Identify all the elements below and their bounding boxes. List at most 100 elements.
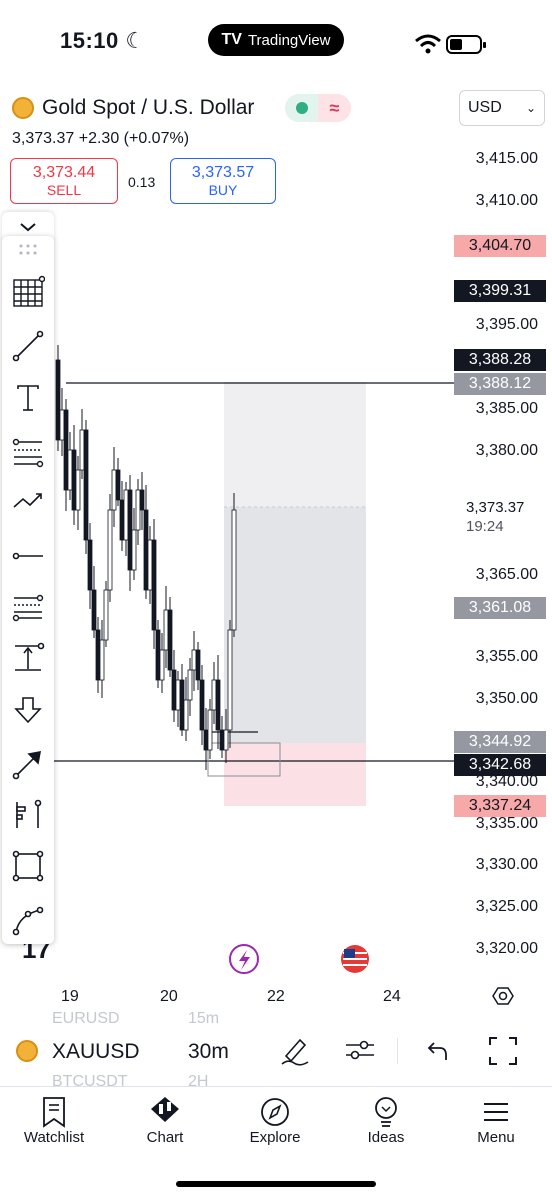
price-tick: 3,410.00 <box>475 192 538 209</box>
candle-body <box>155 629 161 681</box>
candle-body <box>167 609 173 671</box>
long-position-icon[interactable] <box>8 794 48 834</box>
candle-body <box>71 449 77 511</box>
fullscreen-icon[interactable] <box>488 1036 518 1066</box>
target-zone-upper[interactable] <box>224 382 366 507</box>
entry-price-tag[interactable]: 3,344.92 <box>454 731 546 753</box>
drag-handle-icon[interactable] <box>8 236 48 264</box>
price-tick: 3,385.00 <box>475 400 538 417</box>
candle-body <box>67 449 73 491</box>
grid-tool-icon[interactable] <box>8 272 48 312</box>
price-tag[interactable]: 3,361.08 <box>454 597 546 619</box>
symbol-selector[interactable]: XAUUSD <box>52 1040 140 1064</box>
buy-button[interactable]: 3,373.57 BUY <box>170 158 276 204</box>
profit-zone[interactable] <box>224 507 366 743</box>
support-price-tag[interactable]: 3,342.68 <box>454 754 546 776</box>
rectangle-tool-icon[interactable] <box>8 846 48 886</box>
market-status-chip[interactable]: ≈ <box>285 94 351 122</box>
candle-body <box>227 629 233 731</box>
candle-body <box>83 429 89 541</box>
tradingview-logo-icon: TV <box>221 31 242 48</box>
candle-body <box>219 729 225 751</box>
interval-selector[interactable]: 30m <box>188 1040 229 1064</box>
candle-body <box>119 499 125 541</box>
candle-body <box>151 539 157 631</box>
sell-label: SELL <box>46 182 82 198</box>
price-tick: 3,355.00 <box>475 648 538 665</box>
battery-icon <box>446 35 486 54</box>
sell-button[interactable]: 3,373.44 SELL <box>10 158 118 204</box>
price-change-line: 3,373.37 +2.30 (+0.07%) <box>12 130 190 147</box>
candle-body <box>203 729 209 751</box>
candle-body <box>207 709 213 751</box>
candle-body <box>211 679 217 711</box>
resistance-price-tag[interactable]: 3,388.28 <box>454 349 546 371</box>
candle-body <box>183 699 189 731</box>
text-tool-icon[interactable] <box>8 378 48 418</box>
wifi-icon <box>415 34 441 54</box>
home-indicator <box>176 1181 376 1187</box>
arrow-tool-icon[interactable] <box>8 744 48 784</box>
approx-icon: ≈ <box>318 94 351 122</box>
candle-body <box>159 649 165 681</box>
tab-label: Chart <box>146 1129 184 1146</box>
buy-label: BUY <box>208 182 238 198</box>
market-open-icon <box>285 94 318 122</box>
tab-label: Explore <box>249 1129 301 1146</box>
watchlist-icon <box>4 1095 104 1129</box>
tab-watchlist[interactable]: Watchlist <box>4 1095 104 1146</box>
currency-select[interactable]: USD ⌄ <box>459 90 545 126</box>
horizontal-ray-icon[interactable] <box>8 536 48 576</box>
indicators-icon[interactable] <box>344 1036 376 1064</box>
candle-body <box>87 539 93 591</box>
current-price-label: 3,373.37 19:24 <box>466 498 524 536</box>
candle-body <box>111 469 117 511</box>
tab-label: Watchlist <box>23 1129 85 1146</box>
candle-body <box>231 509 237 631</box>
gann-fan-icon[interactable] <box>8 586 48 626</box>
current-price: 3,373.37 <box>466 499 525 516</box>
candle-body <box>171 669 177 711</box>
bar-countdown: 19:24 <box>466 518 504 535</box>
candle-body <box>223 729 229 751</box>
candle-body <box>59 409 65 441</box>
sell-price: 3,373.44 <box>32 164 96 181</box>
undo-icon[interactable] <box>424 1038 450 1064</box>
candle-body <box>127 489 133 571</box>
candle-body <box>187 669 193 701</box>
moon-icon: ☾ <box>125 28 146 53</box>
scroll-interval-above: 15m <box>188 1010 220 1027</box>
curve-tool-icon[interactable] <box>8 900 48 940</box>
chart-canvas[interactable]: 17 <box>0 210 552 980</box>
fib-retracement-icon[interactable] <box>8 432 48 472</box>
chart-settings-icon[interactable] <box>492 985 514 1007</box>
tab-chart[interactable]: Chart <box>115 1095 215 1146</box>
chart-icon <box>115 1095 215 1129</box>
trend-line-icon[interactable] <box>8 326 48 366</box>
currency-value: USD <box>468 99 502 116</box>
us-flag-event-icon[interactable] <box>341 945 369 973</box>
target-price-tag[interactable]: 3,404.70 <box>454 235 546 257</box>
candle-body <box>103 589 109 641</box>
price-range-icon[interactable] <box>8 638 48 678</box>
candle-body <box>95 629 101 681</box>
lightning-event-icon[interactable] <box>229 944 259 974</box>
pen-drawing-icon[interactable] <box>280 1034 310 1066</box>
arrow-down-marker-icon[interactable] <box>8 690 48 730</box>
tab-explore[interactable]: Explore <box>225 1095 325 1146</box>
tab-menu[interactable]: Menu <box>446 1095 546 1146</box>
symbol-title[interactable]: Gold Spot / U.S. Dollar <box>12 96 254 120</box>
candle-body <box>215 679 221 731</box>
stop-loss-zone[interactable] <box>224 743 366 806</box>
stop-price-tag[interactable]: 3,337.24 <box>454 795 546 817</box>
price-tag[interactable]: 3,399.31 <box>454 280 546 302</box>
price-tag[interactable]: 3,388.12 <box>454 373 546 395</box>
price-tick: 3,395.00 <box>475 316 538 333</box>
pattern-tool-icon[interactable] <box>8 482 48 522</box>
price-tick: 3,365.00 <box>475 566 538 583</box>
tab-ideas[interactable]: Ideas <box>336 1095 436 1146</box>
candle-body <box>163 609 169 651</box>
candle-body <box>199 679 205 731</box>
candle-body <box>131 529 137 571</box>
app-pill[interactable]: TV TradingView <box>208 24 344 56</box>
